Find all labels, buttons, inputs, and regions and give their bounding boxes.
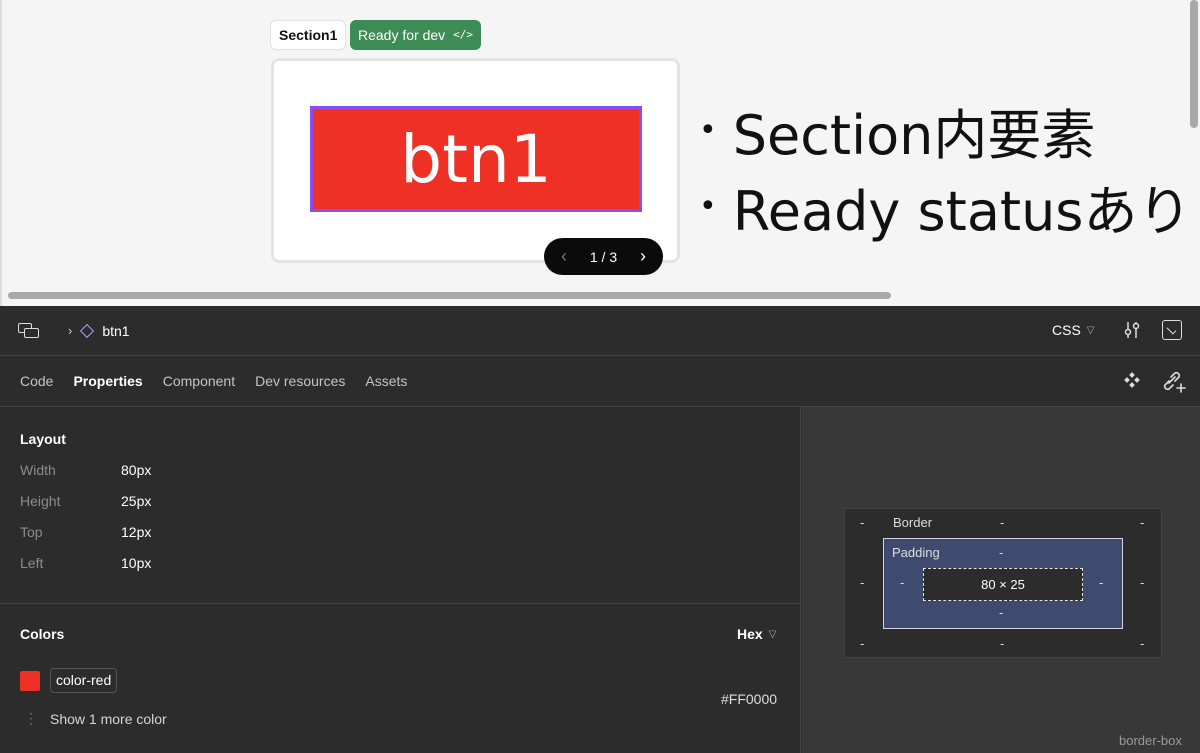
- bullet-dot: •: [699, 112, 717, 148]
- color-hex-value[interactable]: #FF0000: [721, 691, 777, 707]
- tab-dev-resources[interactable]: Dev resources: [255, 373, 345, 389]
- padding-bottom: -: [999, 605, 1004, 620]
- annotation-bullets: • Section内要素 • Ready statusあり: [699, 92, 1191, 244]
- border-top: -: [1000, 515, 1005, 530]
- color-swatch: [20, 670, 40, 691]
- tab-component[interactable]: Component: [163, 373, 235, 389]
- btn1-element[interactable]: btn1: [310, 106, 642, 212]
- panel-tabs: Code Properties Component Dev resources …: [0, 356, 1200, 407]
- collapse-panel-icon[interactable]: [1162, 320, 1182, 340]
- padding-top: -: [999, 545, 1004, 560]
- ready-for-dev-badge[interactable]: Ready for dev </>: [350, 20, 482, 50]
- prop-key: Left: [20, 555, 44, 571]
- bullet-dot: •: [699, 188, 717, 224]
- language-select[interactable]: CSS ▽: [1052, 322, 1095, 338]
- box-sizing-label: border-box: [1119, 733, 1182, 748]
- border-left: -: [860, 575, 865, 590]
- chevron-right-icon: ›: [68, 323, 73, 338]
- design-canvas[interactable]: Section1 Ready for dev </> btn1 ‹ 1 / 3 …: [0, 0, 1200, 306]
- prop-key: Height: [20, 493, 61, 509]
- more-dots-icon: ⋮: [24, 710, 38, 726]
- layout-row-height: Height 25px: [20, 493, 780, 509]
- bullet-text: Section内要素: [732, 103, 1096, 167]
- prop-value[interactable]: 80px: [121, 462, 151, 478]
- settings-sliders-icon[interactable]: [1122, 320, 1142, 340]
- color-token-name[interactable]: color-red: [50, 668, 118, 693]
- color-item[interactable]: color-red: [20, 668, 780, 693]
- box-model-pane: - Border - - - - - - - Padding - - - - 8…: [802, 407, 1200, 753]
- border-label: Border: [893, 515, 933, 530]
- bullet-text: Ready statusあり: [732, 179, 1192, 243]
- section-frame[interactable]: btn1: [271, 58, 680, 263]
- ready-for-dev-label: Ready for dev: [358, 27, 446, 43]
- page-counter: 1 / 3: [589, 248, 618, 265]
- language-value: CSS: [1052, 322, 1081, 338]
- section-label[interactable]: Section1: [270, 20, 347, 50]
- code-icon: </>: [453, 28, 474, 41]
- component-diamond-icon: [80, 323, 95, 338]
- layout-row-width: Width 80px: [20, 462, 780, 478]
- prop-value[interactable]: 25px: [121, 493, 151, 509]
- colors-title: Colors: [20, 626, 65, 642]
- prop-value[interactable]: 12px: [121, 524, 151, 540]
- component-icon[interactable]: [1124, 372, 1140, 388]
- next-arrow-icon[interactable]: ›: [635, 246, 651, 267]
- box-model-padding: Padding - - - - 80 × 25: [883, 538, 1123, 629]
- chevron-down-icon: ▽: [1086, 324, 1095, 336]
- bullet-line: • Section内要素: [699, 92, 1191, 168]
- border-bottom-left: -: [860, 636, 865, 651]
- border-right: -: [1140, 575, 1145, 590]
- tab-assets[interactable]: Assets: [365, 373, 407, 389]
- show-more-label: Show 1 more color: [50, 710, 167, 727]
- box-model-content: 80 × 25: [923, 568, 1083, 601]
- show-more-colors[interactable]: ⋮ Show 1 more color: [20, 710, 780, 727]
- vertical-scrollbar[interactable]: [1190, 0, 1198, 128]
- layout-title: Layout: [20, 431, 66, 447]
- layout-section: Layout Width 80px Height 25px Top 12px L…: [0, 407, 800, 604]
- padding-right: -: [1099, 575, 1104, 590]
- padding-left: -: [900, 575, 905, 590]
- chevron-down-icon: ▽: [768, 628, 777, 640]
- prop-key: Top: [20, 524, 43, 540]
- tab-properties[interactable]: Properties: [73, 373, 142, 389]
- page-navigator: ‹ 1 / 3 ›: [544, 238, 663, 275]
- prop-key: Width: [20, 462, 56, 478]
- panel-topbar: › btn1 CSS ▽: [0, 306, 1200, 356]
- prop-value[interactable]: 10px: [121, 555, 151, 571]
- add-link-icon[interactable]: [1160, 368, 1186, 394]
- layers-icon[interactable]: [18, 322, 40, 339]
- bullet-line: • Ready statusあり: [699, 168, 1191, 244]
- tab-code[interactable]: Code: [20, 373, 53, 389]
- box-model-border: - Border - - - - - - - Padding - - - - 8…: [844, 508, 1162, 658]
- border-bottom: -: [1000, 636, 1005, 651]
- color-format-select[interactable]: Hex ▽: [737, 626, 776, 642]
- breadcrumb[interactable]: btn1: [102, 323, 129, 339]
- inspect-panel: › btn1 CSS ▽ Code Properties Component D…: [0, 306, 1200, 753]
- layout-row-left: Left 10px: [20, 555, 780, 571]
- border-top-left: -: [860, 515, 865, 530]
- color-format-value: Hex: [737, 626, 763, 642]
- layout-row-top: Top 12px: [20, 524, 780, 540]
- border-top-right: -: [1140, 515, 1145, 530]
- colors-section: Colors Hex ▽ color-red #FF0000 ⋮ Show 1 …: [0, 604, 800, 727]
- horizontal-scrollbar[interactable]: [8, 292, 891, 299]
- border-bottom-right: -: [1140, 636, 1145, 651]
- properties-pane: Layout Width 80px Height 25px Top 12px L…: [0, 407, 801, 753]
- prev-arrow-icon[interactable]: ‹: [556, 246, 572, 267]
- padding-label: Padding: [892, 545, 940, 560]
